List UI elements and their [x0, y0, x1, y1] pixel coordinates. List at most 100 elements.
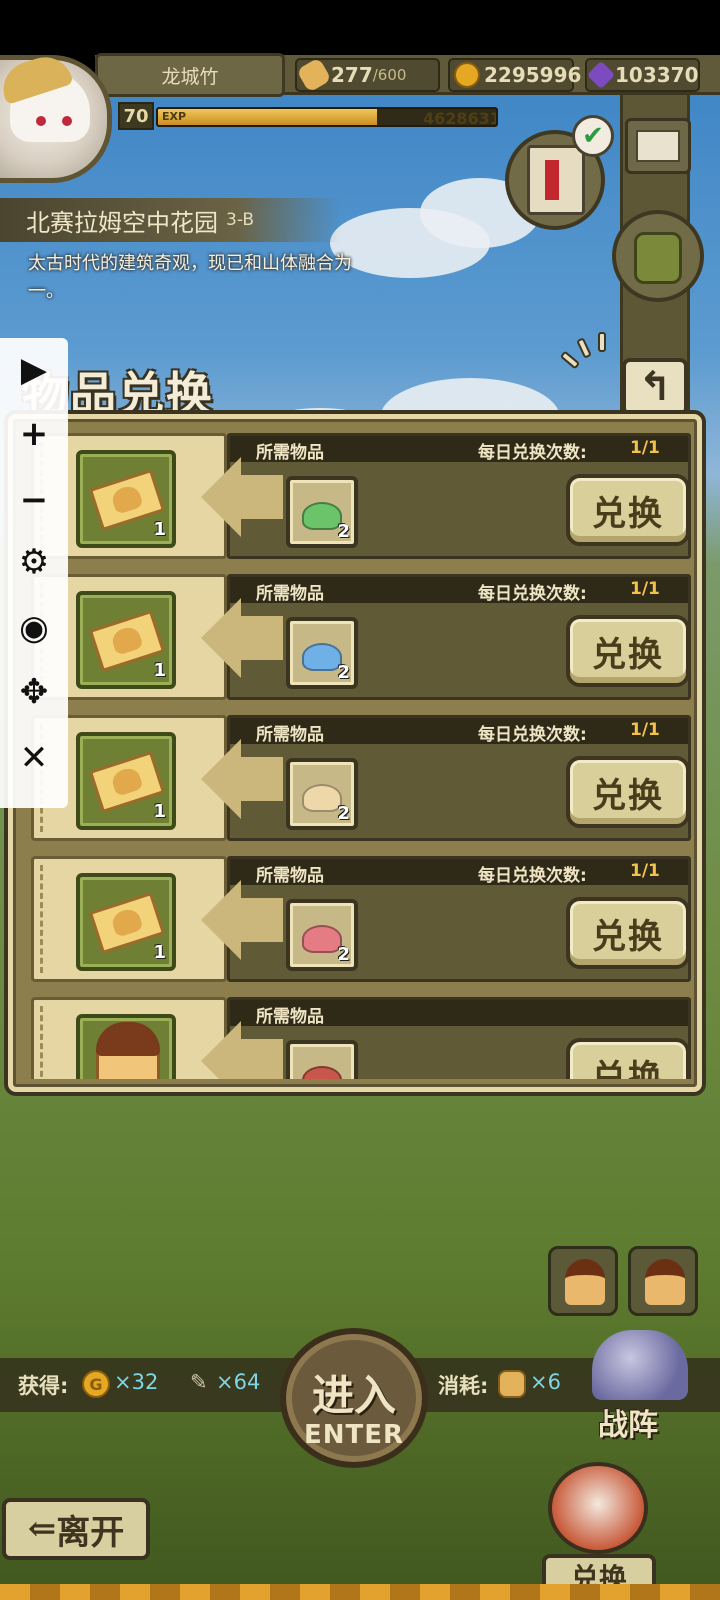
required-item-slot[interactable]: 2 [286, 758, 358, 830]
reward-quantity: 1 [153, 942, 166, 963]
zoom-out-icon[interactable]: − [0, 472, 68, 528]
gem-icon [586, 60, 616, 90]
row-header: 所需物品 每日兑换次数: 1/1 [230, 436, 688, 463]
requirement-panel: 所需物品 每日兑换次数: 1/1 2 兑换 [227, 856, 691, 982]
avatar-eye [36, 116, 46, 126]
exchange-button[interactable]: 兑换 [566, 897, 690, 969]
zoom-in-icon[interactable]: + [0, 406, 68, 462]
avatar-eye [62, 116, 72, 126]
bread-multiplier: ×6 [530, 1370, 561, 1394]
gem-counter[interactable]: 103370 [585, 58, 700, 92]
arrow-left-icon [201, 457, 241, 537]
gold-coin-icon [454, 62, 480, 88]
reward-item-slot[interactable]: 1 [76, 450, 176, 548]
reward-card: 1 [31, 856, 227, 982]
exchange-panel: 1 所需物品 每日兑换次数: 1/1 2 兑换 1 所需物品 每日兑换次数: 1/1 2 兑换 1 所需物… [8, 414, 702, 1092]
side-item-slot[interactable] [628, 1246, 698, 1316]
move-icon[interactable]: ✥ [0, 664, 68, 720]
gold-amount: 2295996 [484, 63, 582, 87]
arrow-left-icon [201, 880, 241, 960]
reward-quantity: 1 [153, 801, 166, 822]
left-arrow-icon: ⇐ [27, 1509, 57, 1549]
player-name: 龙城竹 [95, 53, 285, 97]
eye-icon[interactable]: ◉ [0, 600, 68, 656]
close-icon[interactable]: ✕ [0, 730, 68, 786]
backpack-button[interactable] [612, 210, 704, 302]
enter-button[interactable]: 进入 ENTER [280, 1328, 428, 1468]
exp-label: EXP [162, 110, 187, 123]
check-icon: ✔ [572, 115, 614, 157]
exchange-button[interactable]: 兑换 [566, 756, 690, 828]
exp-bar: EXP 4628631/7153 [156, 107, 498, 127]
required-item-slot[interactable]: 2 [286, 899, 358, 971]
reward-item-slot[interactable]: 1 [76, 732, 176, 830]
arrow-body [239, 616, 283, 660]
pudding-icon [565, 1259, 605, 1305]
required-item-slot[interactable]: 2 [286, 617, 358, 689]
leave-label: 离开 [56, 1512, 125, 1553]
row-header: 所需物品 [230, 1000, 688, 1027]
back-button[interactable]: ↰ [622, 358, 688, 416]
exchange-row: 1 所需物品 每日兑换次数: 1/1 2 兑换 [27, 431, 691, 561]
required-items-label: 所需物品 [256, 725, 324, 745]
team-art-icon [592, 1330, 688, 1400]
cream-jelly-icon [302, 784, 342, 812]
enter-label-en: ENTER [303, 1420, 405, 1450]
pink-jelly-icon [302, 925, 342, 953]
exp-text: 4628631/7153 [423, 109, 496, 127]
leave-button[interactable]: ⇐ 离开 [2, 1498, 150, 1560]
backpack-icon [634, 232, 682, 284]
side-item-slot[interactable] [548, 1246, 618, 1316]
reward-item-slot[interactable]: 1 [76, 873, 176, 971]
arrow-left-icon [201, 739, 241, 819]
settings-icon[interactable]: ⚙ [0, 534, 68, 590]
gem-amount: 103370 [615, 63, 699, 87]
gold-coin-icon: G [82, 1370, 110, 1398]
required-items-label: 所需物品 [256, 443, 324, 463]
required-items-label: 所需物品 [256, 1007, 324, 1027]
mail-button[interactable] [625, 118, 691, 174]
gold-counter[interactable]: 2295996 [448, 58, 581, 92]
stage-code: 3-B [226, 210, 255, 230]
requirement-panel: 所需物品 每日兑换次数: 1/1 2 兑换 [227, 715, 691, 841]
required-item-slot[interactable] [286, 1040, 358, 1079]
pudding-icon [645, 1259, 685, 1305]
reward-item-slot[interactable] [76, 1014, 176, 1079]
exchange-list[interactable]: 1 所需物品 每日兑换次数: 1/1 2 兑换 1 所需物品 每日兑换次数: 1/1 2 兑换 1 所需物… [27, 431, 691, 1079]
row-header: 所需物品 每日兑换次数: 1/1 [230, 718, 688, 745]
exchange-row: 1 所需物品 每日兑换次数: 1/1 2 兑换 [27, 572, 691, 702]
stage-description: 太古时代的建筑奇观，现已和山体融合为一。 [28, 253, 352, 302]
exchange-button[interactable]: 兑换 [566, 615, 690, 687]
stamina-counter[interactable]: 277 /600 [295, 57, 440, 93]
arrow-body [239, 757, 283, 801]
required-item-slot[interactable]: 2 [286, 476, 358, 548]
team-button[interactable]: 战阵 [578, 1330, 698, 1443]
reward-item-slot[interactable]: 1 [76, 591, 176, 689]
daily-limit-label: 每日兑换次数: [478, 443, 587, 463]
stamina-current: 277 [331, 63, 373, 87]
required-quantity: 2 [337, 944, 350, 965]
exchange-art-icon [548, 1462, 648, 1554]
arrow-body [239, 898, 283, 942]
exchange-button[interactable]: 兑换 [566, 1038, 690, 1079]
row-header: 所需物品 每日兑换次数: 1/1 [230, 859, 688, 886]
exchange-shortcut-button[interactable]: 兑换 [538, 1462, 658, 1600]
reward-quantity: 1 [153, 519, 166, 540]
bread-icon [296, 57, 332, 93]
stage-name: 北赛拉姆空中花园 [26, 208, 218, 237]
play-icon[interactable]: ▶ [0, 342, 68, 398]
pudding-icon [96, 1022, 160, 1079]
exchange-row: 1 所需物品 每日兑换次数: 1/1 2 兑换 [27, 854, 691, 984]
feather-multiplier: ×64 [216, 1370, 261, 1394]
required-quantity: 2 [337, 662, 350, 683]
daily-limit-label: 每日兑换次数: [478, 866, 587, 886]
gold-multiplier: ×32 [114, 1370, 159, 1394]
player-avatar[interactable] [0, 50, 112, 183]
arrow-body [239, 475, 283, 519]
envelope-icon [636, 130, 680, 162]
daily-limit-count: 1/1 [630, 438, 660, 458]
player-level: 70 [118, 102, 154, 130]
required-items-label: 所需物品 [256, 866, 324, 886]
daily-limit-label: 每日兑换次数: [478, 584, 587, 604]
exchange-button[interactable]: 兑换 [566, 474, 690, 546]
